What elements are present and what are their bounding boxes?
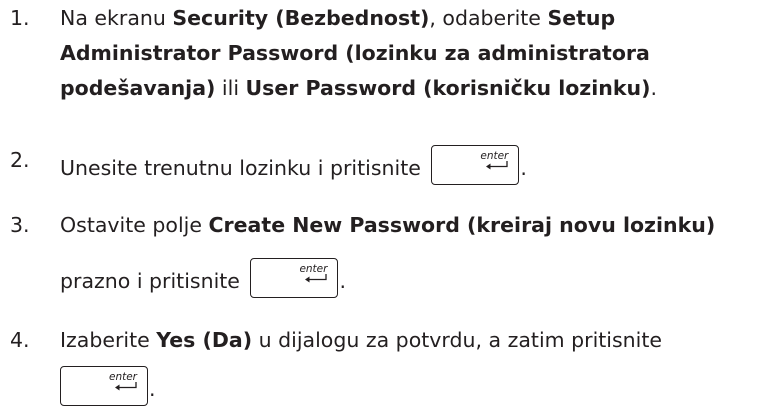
step-number: 1. [10,6,30,30]
enter-arrow-icon [305,274,328,283]
enter-arrow-icon [486,161,509,170]
step-1-line-1: Na ekranu Security (Bezbednost), odaberi… [60,6,616,30]
enter-key: enter [431,145,520,185]
step-3-line-2: prazno i pritisnite enter . [60,258,346,298]
enter-key: enter [250,258,339,298]
step-number: 4. [10,328,30,352]
step-number: 2. [10,148,30,172]
step-1-line-2: Administrator Password (lozinku za admin… [60,41,650,65]
step-4-line-2: enter . [56,366,156,406]
step-1-line-3: podešavanja) ili User Password (korisnič… [60,76,657,100]
step-2-line-1: Unesite trenutnu lozinku i pritisnite en… [60,145,527,185]
enter-key: enter [60,366,148,406]
step-3-line-1: Ostavite polje Create New Password (krei… [60,213,716,237]
step-number: 3. [10,213,30,237]
enter-arrow-icon [115,382,137,391]
step-4-line-1: Izaberite Yes (Da) u dijalogu za potvrdu… [60,328,663,352]
